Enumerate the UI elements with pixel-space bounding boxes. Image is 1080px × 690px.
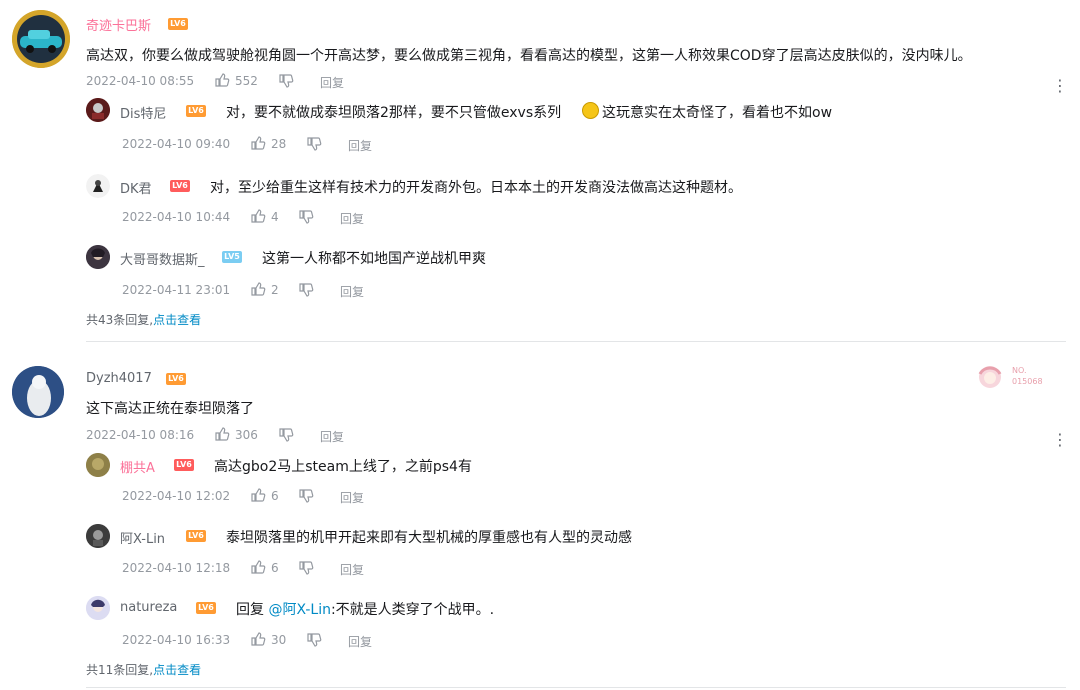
level-badge: LV6	[186, 530, 206, 542]
thumbs-up-icon[interactable]	[250, 208, 266, 224]
avatar-image	[86, 245, 110, 269]
badge-number: 015068	[1012, 377, 1043, 386]
avatar-image	[12, 366, 64, 418]
reply-button[interactable]: 回复	[340, 283, 364, 300]
reply-text: 泰坦陨落里的机甲开起来即有大型机械的厚重感也有人型的灵动感	[226, 530, 632, 546]
thumbs-down-icon[interactable]	[298, 488, 314, 504]
view-more-link[interactable]: 点击查看	[153, 663, 201, 677]
reply-count-text: 共11条回复,	[86, 663, 154, 677]
avatar-image	[86, 174, 110, 198]
timestamp: 2022-04-10 12:18	[122, 561, 231, 575]
reply-button[interactable]: 回复	[320, 428, 344, 445]
thumbs-down-icon[interactable]	[306, 136, 322, 152]
like-count: 30	[271, 633, 287, 647]
avatar[interactable]	[86, 98, 110, 122]
level-badge: LV6	[186, 105, 206, 117]
reply-text: 回复 @阿X-Lin:不就是人类穿了个战甲。.	[236, 599, 494, 619]
like-count: 6	[271, 489, 279, 503]
timestamp: 2022-04-10 08:55	[86, 74, 195, 88]
thumbs-up-icon[interactable]	[250, 631, 266, 647]
thumbs-up-icon[interactable]	[214, 72, 230, 88]
reply-body: :不就是人类穿了个战甲。.	[330, 602, 495, 618]
thumbs-down-icon[interactable]	[278, 427, 294, 443]
level-badge: LV5	[222, 251, 242, 263]
thumbs-down-icon[interactable]	[298, 560, 314, 576]
avatar[interactable]	[86, 453, 110, 477]
thumbs-up-icon[interactable]	[214, 426, 230, 442]
avatar-image	[86, 98, 110, 122]
username[interactable]: 大哥哥数据斯_	[120, 249, 205, 268]
level-badge: LV6	[196, 602, 216, 614]
like-count: 2	[271, 283, 279, 297]
username[interactable]: 奇迹卡巴斯	[86, 15, 151, 34]
comment-text: 这下高达正统在泰坦陨落了	[86, 401, 254, 417]
thumbs-up-icon[interactable]	[250, 281, 266, 297]
timestamp: 2022-04-10 12:02	[122, 489, 231, 503]
reply-prefix: 回复	[236, 602, 264, 618]
username[interactable]: Dis特尼	[120, 103, 166, 122]
level-badge: LV6	[166, 373, 186, 385]
reply-text: 这第一人称都不如地国产逆战机甲爽	[262, 251, 486, 267]
reply-summary: 共43条回复,点击查看	[86, 311, 201, 328]
level-badge: LV6	[174, 459, 194, 471]
username[interactable]: 棚共A	[120, 457, 155, 476]
fan-badge: NO. 015068	[976, 364, 1056, 390]
emoji-sweat-icon	[582, 102, 599, 119]
reply-text: 对，要不就做成泰坦陨落2那样，要不只管做exvs系列	[226, 105, 562, 121]
thread-divider	[86, 687, 1066, 688]
thumbs-down-icon[interactable]	[298, 209, 314, 225]
timestamp: 2022-04-10 08:16	[86, 428, 195, 442]
avatar[interactable]	[86, 245, 110, 269]
character-badge-icon	[978, 366, 1002, 388]
avatar-image	[86, 524, 110, 548]
avatar-image	[86, 596, 110, 620]
avatar-image	[86, 453, 110, 477]
reply-button[interactable]: 回复	[348, 633, 372, 650]
username[interactable]: Dyzh4017	[86, 371, 152, 386]
reply-button[interactable]: 回复	[340, 489, 364, 506]
reply-button[interactable]: 回复	[340, 210, 364, 227]
avatar[interactable]	[86, 596, 110, 620]
username[interactable]: DK君	[120, 178, 152, 197]
reply-count-text: 共43条回复,	[86, 313, 154, 327]
thumbs-down-icon[interactable]	[278, 73, 294, 89]
level-badge: LV6	[168, 18, 188, 30]
avatar[interactable]	[86, 524, 110, 548]
reply-text: 高达gbo2马上steam上线了，之前ps4有	[214, 459, 472, 475]
reply-button[interactable]: 回复	[348, 137, 372, 154]
timestamp: 2022-04-10 16:33	[122, 633, 231, 647]
reply-button[interactable]: 回复	[320, 74, 344, 91]
reply-text: 对，至少给重生这样有技术力的开发商外包。日本本土的开发商没法做高达这种题材。	[210, 180, 742, 196]
avatar[interactable]	[12, 366, 64, 418]
timestamp: 2022-04-11 23:01	[122, 283, 231, 297]
timestamp: 2022-04-10 09:40	[122, 137, 231, 151]
username[interactable]: natureza	[120, 600, 177, 615]
more-vertical-icon[interactable]: ⋮	[1052, 432, 1068, 448]
level-badge: LV6	[170, 180, 190, 192]
thumbs-down-icon[interactable]	[306, 632, 322, 648]
view-more-link[interactable]: 点击查看	[153, 313, 201, 327]
avatar[interactable]	[86, 174, 110, 198]
like-count: 28	[271, 137, 287, 151]
car-avatar-icon	[12, 10, 70, 68]
reply-text-continued: 这玩意实在太奇怪了，看着也不如ow	[602, 105, 833, 121]
username[interactable]: 阿X-Lin	[120, 528, 165, 547]
mention-link[interactable]: @阿X-Lin	[268, 602, 331, 618]
thumbs-up-icon[interactable]	[250, 559, 266, 575]
thumbs-down-icon[interactable]	[298, 282, 314, 298]
timestamp: 2022-04-10 10:44	[122, 210, 231, 224]
thumbs-up-icon[interactable]	[250, 135, 266, 151]
more-vertical-icon[interactable]: ⋮	[1052, 78, 1068, 94]
like-count: 6	[271, 561, 279, 575]
like-count: 4	[271, 210, 279, 224]
reply-button[interactable]: 回复	[340, 561, 364, 578]
thread-divider	[86, 341, 1066, 342]
avatar[interactable]	[12, 10, 70, 68]
thumbs-up-icon[interactable]	[250, 487, 266, 503]
like-count: 552	[235, 74, 258, 88]
like-count: 306	[235, 428, 258, 442]
comment-text: 高达双，你要么做成驾驶舱视角圆一个开高达梦，要么做成第三视角，看看高达的模型，这…	[86, 48, 972, 64]
reply-summary: 共11条回复,点击查看	[86, 661, 201, 678]
badge-label: NO.	[1012, 366, 1027, 375]
